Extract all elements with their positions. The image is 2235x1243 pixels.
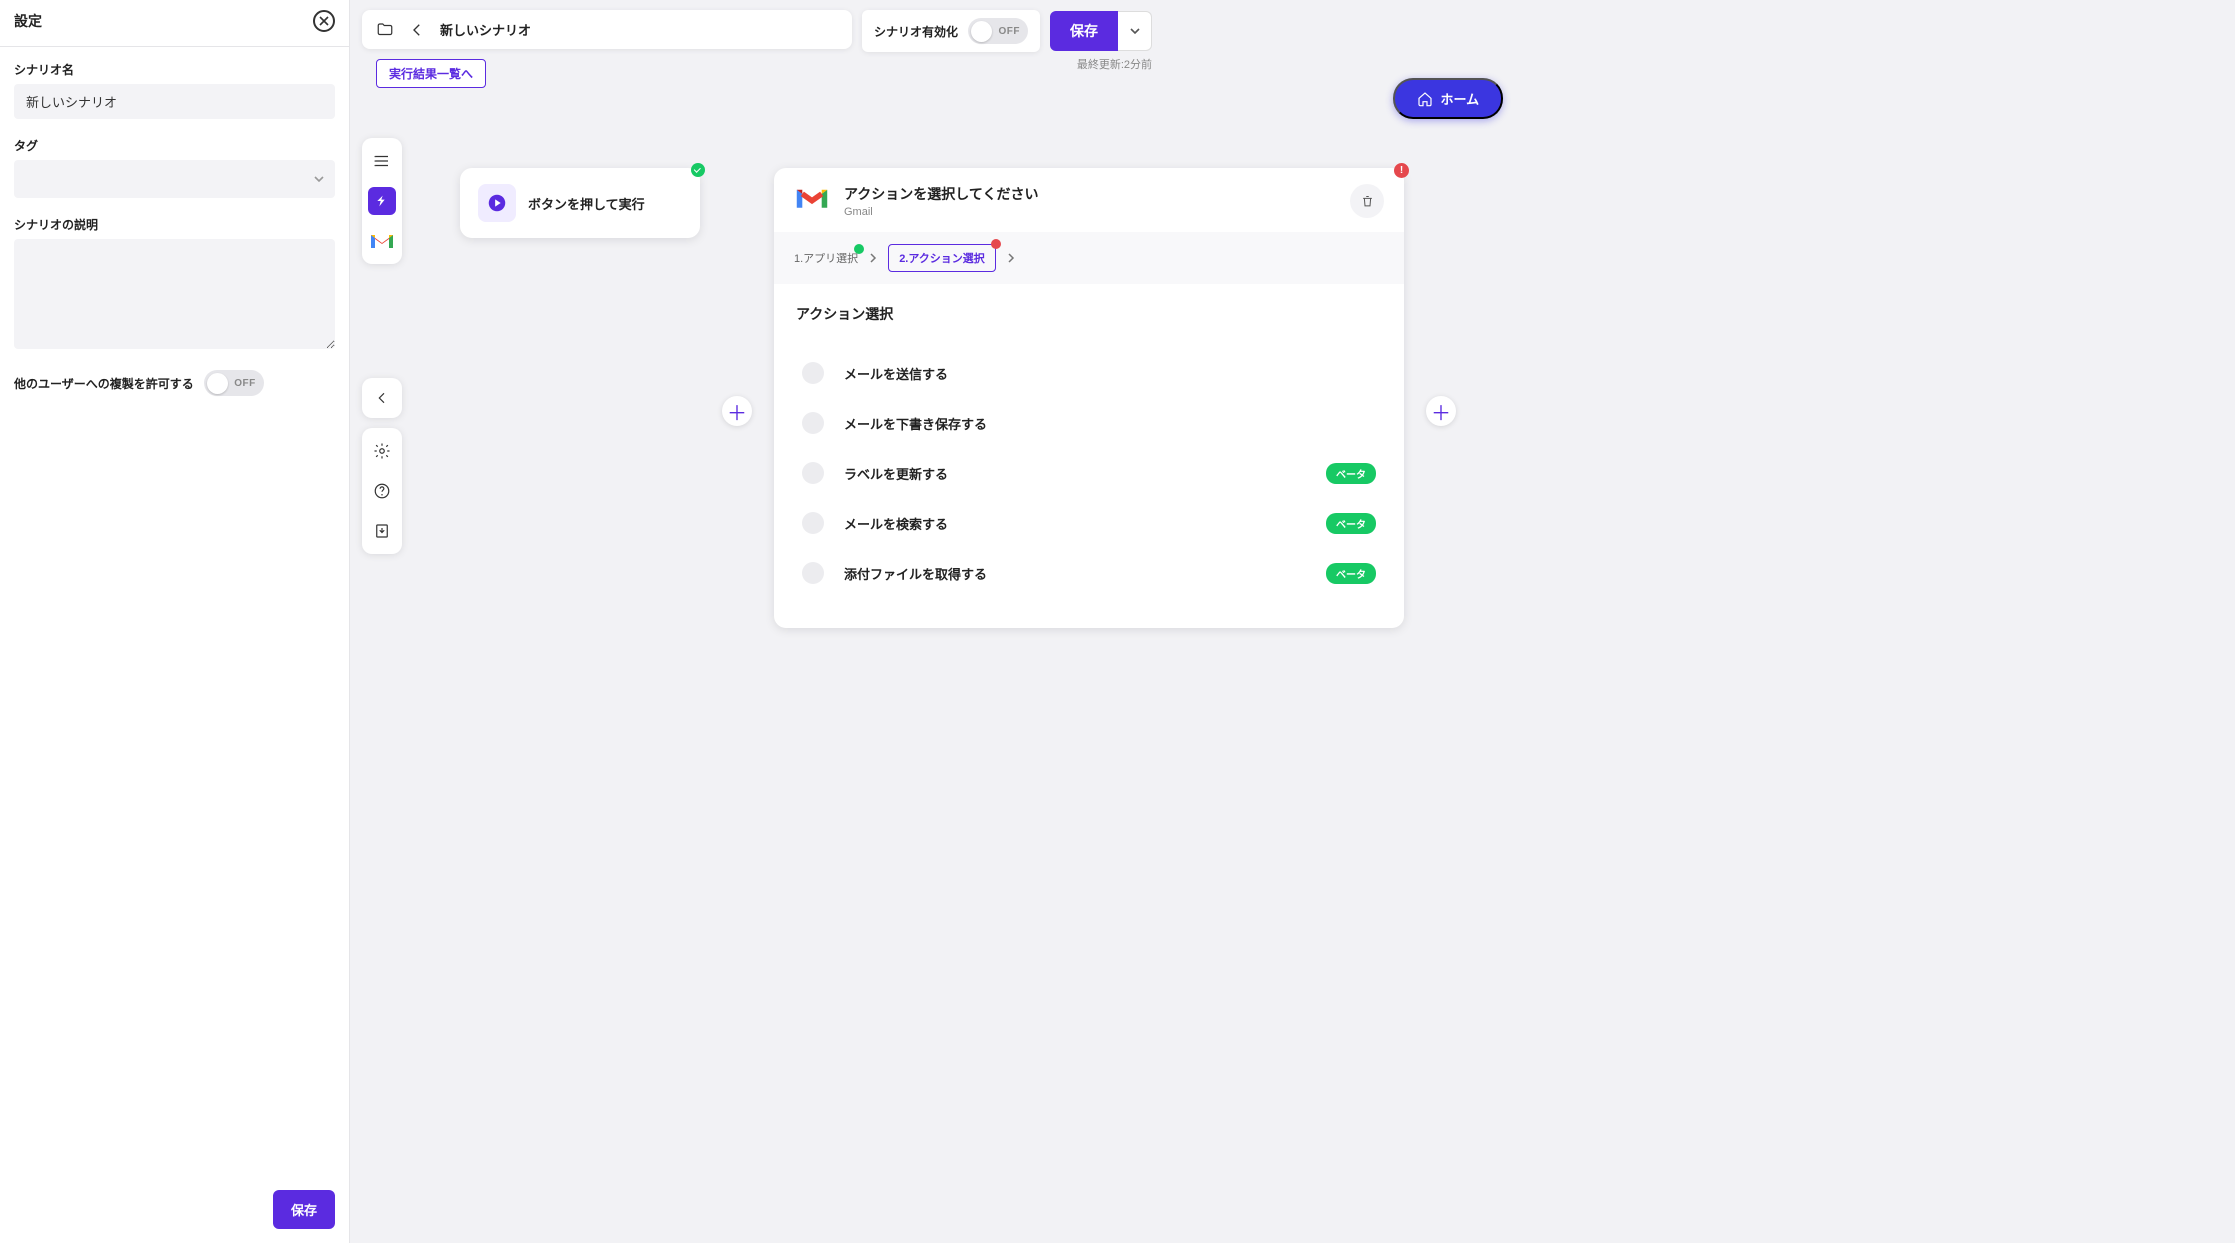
action-section-title: アクション選択 xyxy=(796,304,1382,324)
allow-copy-label: 他のユーザーへの複製を許可する xyxy=(14,375,194,392)
enable-scenario-toggle[interactable]: OFF xyxy=(968,18,1028,44)
scenario-title: 新しいシナリオ xyxy=(440,20,531,39)
scenario-name-label: シナリオ名 xyxy=(14,61,335,78)
action-option-label: メールを下書き保存する xyxy=(844,414,1376,433)
tag-select[interactable] xyxy=(14,160,335,198)
action-title: アクションを選択してください xyxy=(844,184,1038,204)
export-icon[interactable] xyxy=(367,516,397,546)
trigger-app-icon xyxy=(478,184,516,222)
folder-icon xyxy=(376,21,394,39)
description-input[interactable] xyxy=(14,239,335,349)
app-rail xyxy=(362,138,402,264)
delete-action-button[interactable] xyxy=(1350,184,1384,218)
chevron-down-icon xyxy=(313,173,325,185)
action-option[interactable]: ラベルを更新する ベータ xyxy=(796,448,1382,498)
action-option-label: メールを送信する xyxy=(844,364,1376,383)
action-node: アクションを選択してください Gmail 1.アプリ選択 xyxy=(774,168,1404,628)
radio-icon xyxy=(802,512,824,534)
settings-panel: 設定 シナリオ名 タグ シナリオの説明 他のユーザーへの複製を許可する xyxy=(0,0,350,1243)
enable-label: シナリオ有効化 xyxy=(874,23,958,40)
chevron-left-icon xyxy=(374,390,390,406)
enable-scenario-card: シナリオ有効化 OFF xyxy=(862,10,1040,52)
tool-rail xyxy=(362,428,402,554)
steps-breadcrumb: 1.アプリ選択 2.アクション選択 xyxy=(774,232,1404,284)
step-1[interactable]: 1.アプリ選択 xyxy=(794,250,858,266)
trigger-node[interactable]: ボタンを押して実行 xyxy=(460,168,700,238)
chevron-right-icon xyxy=(1006,253,1016,263)
toggle-off-text: OFF xyxy=(999,26,1021,37)
collapse-rail-button[interactable] xyxy=(362,378,402,418)
help-icon[interactable] xyxy=(367,476,397,506)
save-button[interactable]: 保存 xyxy=(1050,11,1118,51)
trash-icon xyxy=(1360,194,1375,209)
scenario-name-input[interactable] xyxy=(14,84,335,119)
add-step-button[interactable]: ＋ xyxy=(722,396,752,426)
allow-copy-toggle[interactable]: OFF xyxy=(204,370,264,396)
action-option-label: ラベルを更新する xyxy=(844,464,1306,483)
save-dropdown-button[interactable] xyxy=(1118,11,1152,51)
action-option[interactable]: メールを検索する ベータ xyxy=(796,498,1382,548)
add-step-button[interactable]: ＋ xyxy=(1426,396,1456,426)
beta-badge: ベータ xyxy=(1326,513,1376,534)
toggle-off-text: OFF xyxy=(234,378,256,389)
results-list-button[interactable]: 実行結果一覧へ xyxy=(376,59,486,88)
chevron-down-icon xyxy=(1129,25,1141,37)
action-option-label: メールを検索する xyxy=(844,514,1306,533)
radio-icon xyxy=(802,462,824,484)
gmail-icon xyxy=(794,184,830,212)
status-error-icon xyxy=(991,239,1001,249)
step-2[interactable]: 2.アクション選択 xyxy=(888,244,996,272)
description-label: シナリオの説明 xyxy=(14,216,335,233)
gear-icon[interactable] xyxy=(367,436,397,466)
chevron-left-icon[interactable] xyxy=(408,21,426,39)
settings-title: 設定 xyxy=(14,11,42,31)
radio-icon xyxy=(802,562,824,584)
action-option-label: 添付ファイルを取得する xyxy=(844,564,1306,583)
close-settings-button[interactable] xyxy=(313,10,335,32)
app-trigger-icon[interactable] xyxy=(367,186,397,216)
list-icon[interactable] xyxy=(367,146,397,176)
tag-label: タグ xyxy=(14,137,335,154)
breadcrumb: 新しいシナリオ xyxy=(362,10,852,49)
last-updated-text: 最終更新:2分前 xyxy=(1077,56,1152,72)
close-icon xyxy=(319,16,329,26)
action-option[interactable]: メールを送信する xyxy=(796,348,1382,398)
radio-icon xyxy=(802,362,824,384)
beta-badge: ベータ xyxy=(1326,563,1376,584)
main-area: 新しいシナリオ 実行結果一覧へ シナリオ有効化 OFF 保存 xyxy=(350,0,2235,1243)
beta-badge: ベータ xyxy=(1326,463,1376,484)
action-option[interactable]: メールを下書き保存する xyxy=(796,398,1382,448)
action-option[interactable]: 添付ファイルを取得する ベータ xyxy=(796,548,1382,598)
radio-icon xyxy=(802,412,824,434)
chevron-right-icon xyxy=(868,253,878,263)
error-badge-icon xyxy=(1394,163,1409,178)
settings-save-button[interactable]: 保存 xyxy=(273,1190,335,1229)
trigger-label: ボタンを押して実行 xyxy=(528,194,645,213)
status-ok-icon xyxy=(854,244,864,254)
status-ok-icon xyxy=(691,163,705,177)
app-gmail-icon[interactable] xyxy=(367,226,397,256)
action-app-name: Gmail xyxy=(844,206,1038,218)
